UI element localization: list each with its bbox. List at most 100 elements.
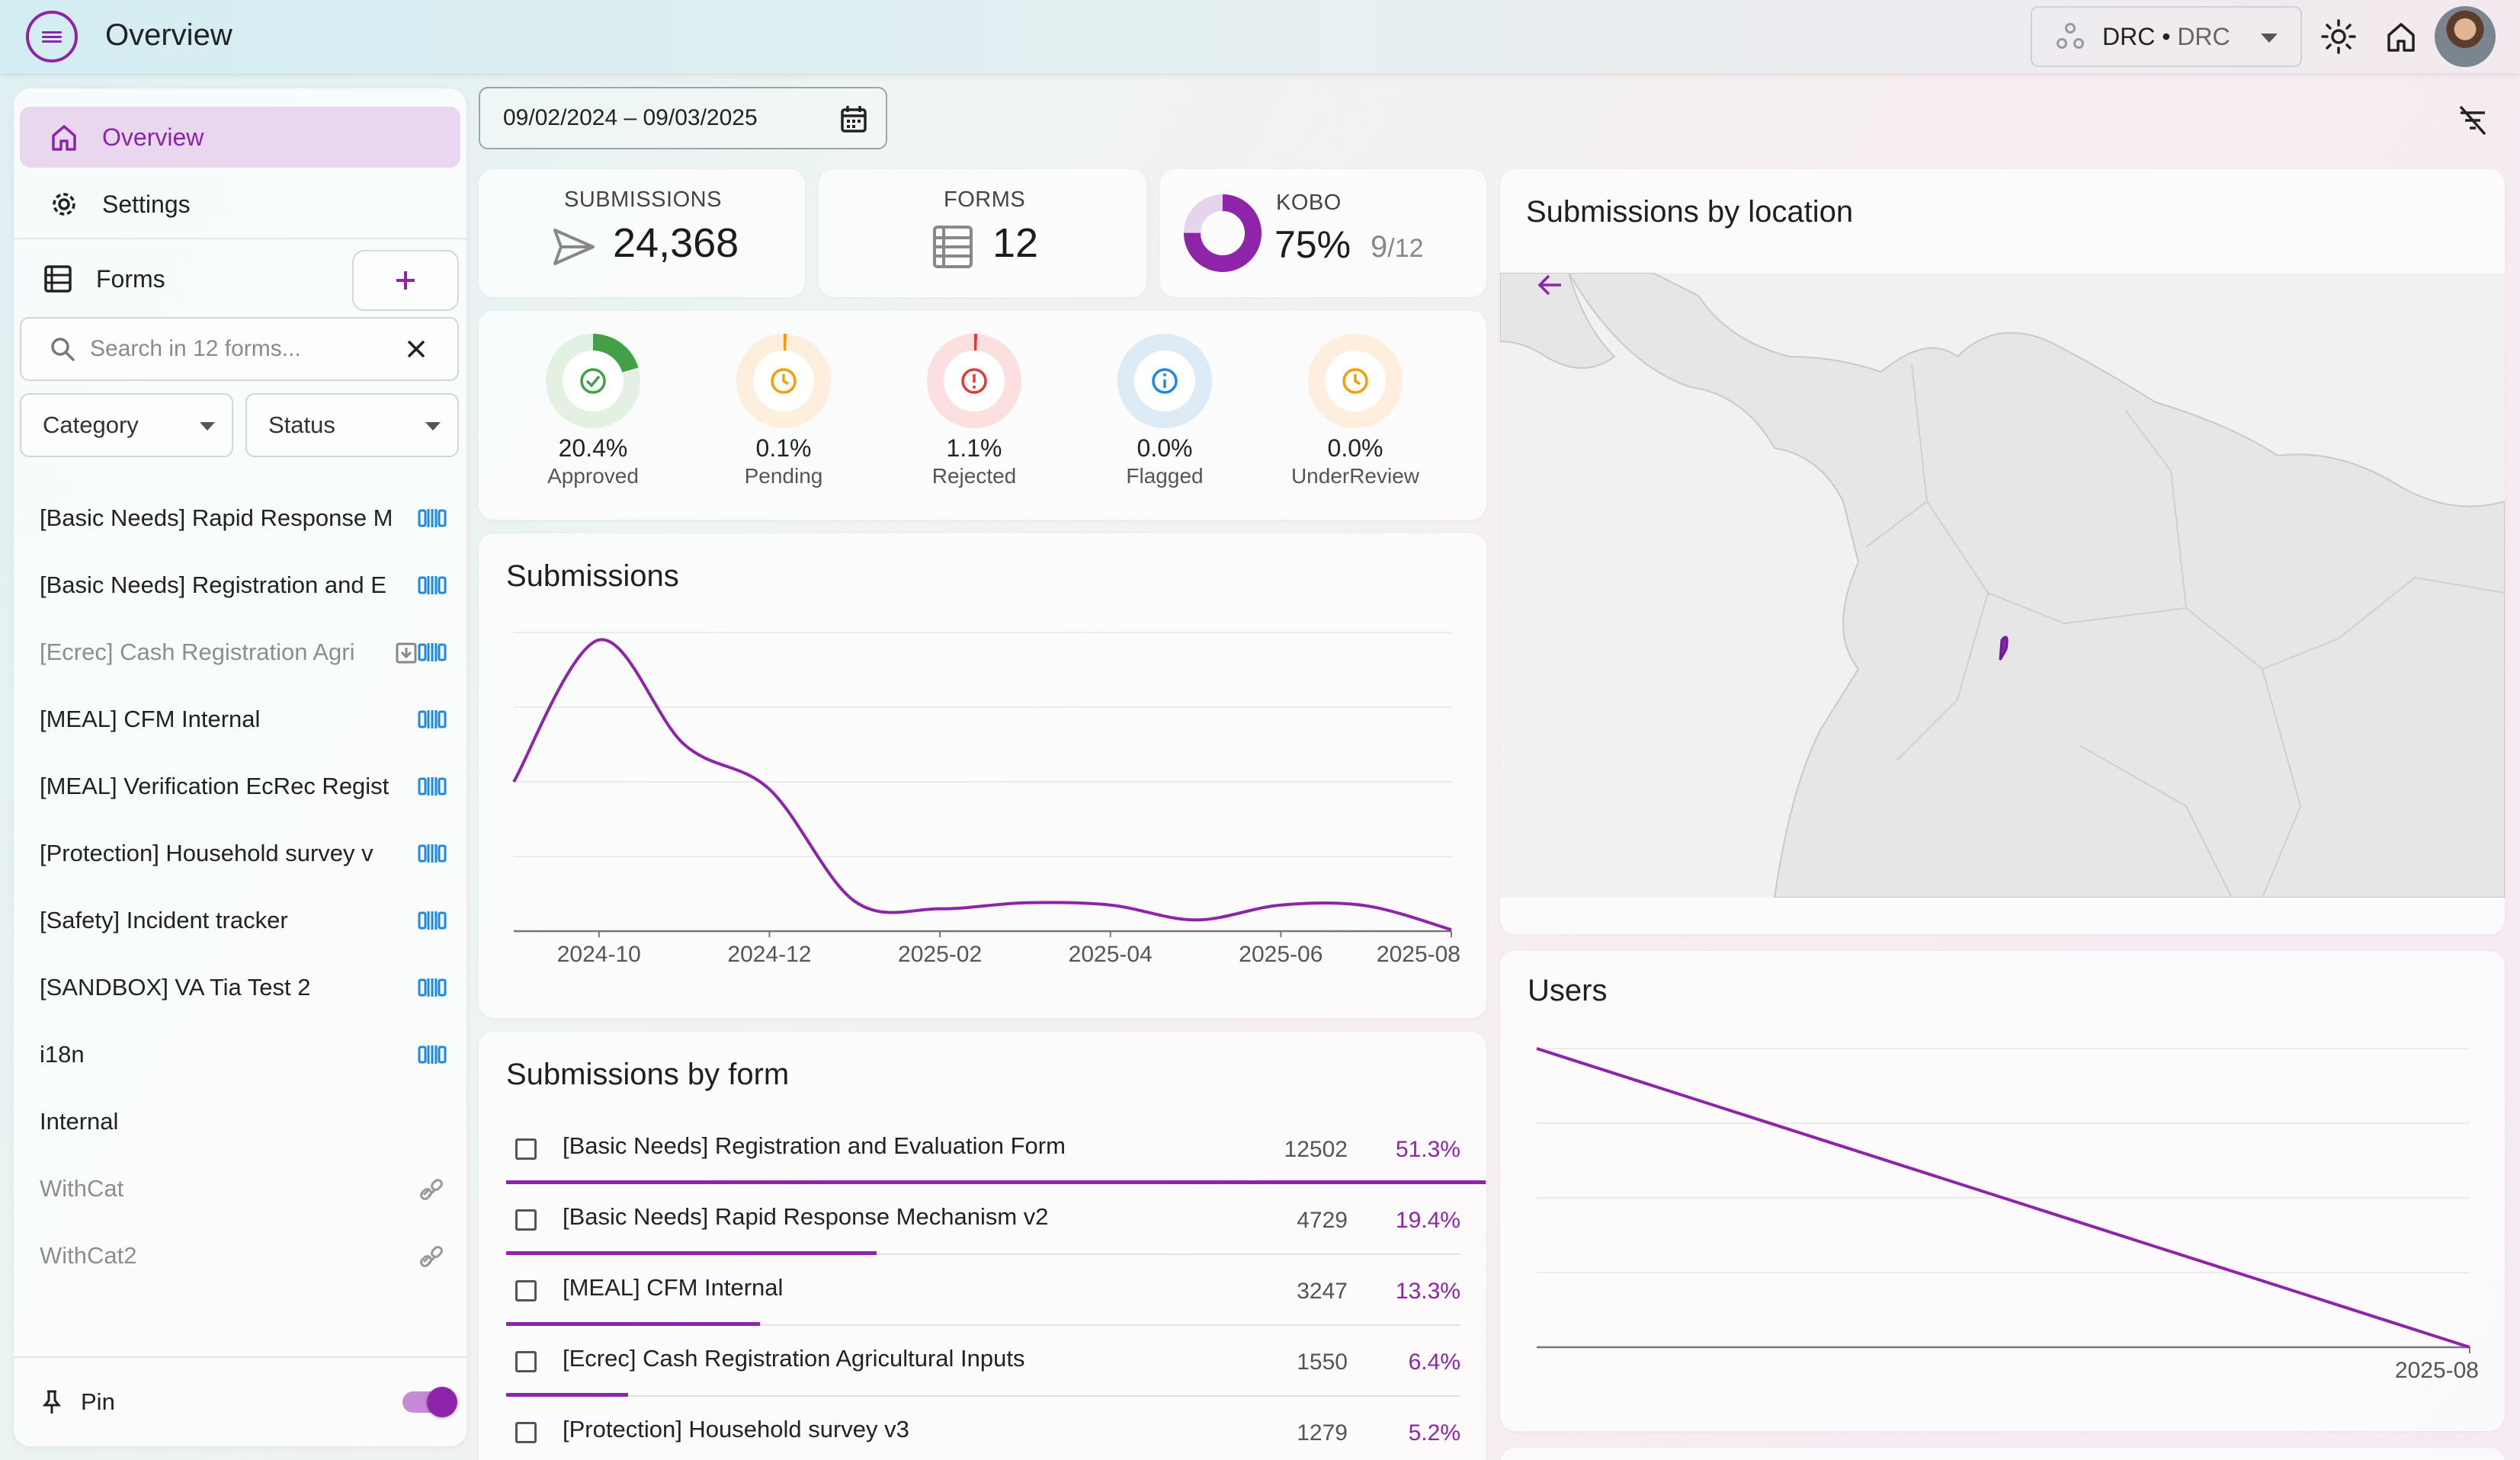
- sidebar-item-overview[interactable]: Overview: [20, 107, 460, 168]
- row-checkbox[interactable]: [515, 1422, 537, 1443]
- menu-button[interactable]: [26, 11, 78, 62]
- submissions-by-form-title: Submissions by form: [506, 1058, 790, 1091]
- status-percent: 0.0%: [1327, 434, 1383, 462]
- form-name: [MEAL] CFM Internal: [563, 1274, 784, 1301]
- kobo-sync-icon: [418, 911, 447, 930]
- pin-label: Pin: [81, 1388, 115, 1415]
- row-checkbox[interactable]: [515, 1138, 537, 1160]
- table-row: [Basic Needs] Rapid Response Mechanism v…: [506, 1185, 1460, 1255]
- form-name: [Basic Needs] Rapid Response Mechanism v…: [563, 1203, 1049, 1230]
- submissions-label: SUBMISSIONS: [564, 187, 722, 212]
- sidebar-form-label: Internal: [40, 1108, 119, 1135]
- kobo-sync-icon: [418, 844, 447, 863]
- submissions-value: 24,368: [613, 220, 739, 266]
- clear-filter-icon[interactable]: [2456, 104, 2490, 137]
- form-count: 3247: [1297, 1279, 1348, 1304]
- calendar-icon[interactable]: [838, 104, 869, 134]
- plus-icon: [396, 271, 415, 290]
- pin-icon: [42, 1390, 62, 1414]
- pin-toggle[interactable]: [402, 1387, 457, 1417]
- sidebar-form-item[interactable]: i18n: [40, 1032, 466, 1077]
- form-percent: 5.2%: [1408, 1420, 1460, 1446]
- chevron-down-icon: [425, 422, 441, 431]
- row-checkbox[interactable]: [515, 1209, 537, 1231]
- sidebar-form-item[interactable]: WithCat2: [40, 1233, 466, 1279]
- avatar[interactable]: [2435, 6, 2496, 67]
- row-checkbox[interactable]: [515, 1351, 537, 1372]
- sidebar-form-item[interactable]: [SANDBOX] VA Tia Test 2: [40, 965, 466, 1010]
- search-input[interactable]: [90, 336, 395, 362]
- kobo-stat-card: KOBO 75% 9/12: [1160, 169, 1486, 297]
- close-icon[interactable]: [406, 338, 427, 360]
- form-name: [Ecrec] Cash Registration Agricultural I…: [563, 1345, 1025, 1372]
- sidebar-form-label: [Protection] Household survey v: [40, 840, 374, 866]
- sidebar-item-label: Overview: [102, 123, 204, 151]
- category-select[interactable]: Category: [20, 393, 233, 457]
- kobo-label: KOBO: [1276, 191, 1342, 215]
- map-card: Submissions by location: [1500, 169, 2505, 934]
- sidebar-form-item[interactable]: [Protection] Household survey v: [40, 831, 466, 876]
- clock-icon: [771, 368, 797, 394]
- date-range-field[interactable]: 09/02/2024 – 09/03/2025: [479, 87, 887, 149]
- organization-select[interactable]: DRC • DRC: [2031, 6, 2302, 67]
- sidebar-item-settings[interactable]: Settings: [20, 174, 460, 235]
- status-card: 20.4% Approved 0.1% Pending 1.1% Rejected 0.0%…: [479, 311, 1486, 520]
- row-checkbox[interactable]: [515, 1280, 537, 1302]
- sidebar-form-label: [SANDBOX] VA Tia Test 2: [40, 974, 311, 1001]
- form-search: [20, 317, 459, 381]
- status-percent: 20.4%: [558, 434, 628, 462]
- status-pending[interactable]: 0.1% Pending: [692, 334, 875, 488]
- add-form-button[interactable]: [352, 250, 459, 311]
- forms-stat-value: 12: [992, 220, 1039, 266]
- x-tick-label: 2025-04: [1069, 942, 1153, 967]
- list-icon: [44, 265, 72, 293]
- form-share-bar: [506, 1251, 877, 1255]
- sidebar-item-label: Settings: [102, 190, 191, 218]
- sidebar-form-item[interactable]: [MEAL] Verification EcRec Regist: [40, 764, 466, 809]
- chevron-down-icon: [2261, 34, 2278, 43]
- divider: [14, 238, 466, 239]
- clock-icon: [1342, 368, 1368, 394]
- sidebar-form-item[interactable]: [Safety] Incident tracker: [40, 898, 466, 943]
- top-app-bar: Overview DRC • DRC: [0, 0, 2520, 73]
- sun-icon[interactable]: [2320, 18, 2357, 55]
- sidebar-form-item[interactable]: WithCat: [40, 1166, 466, 1212]
- location-map[interactable]: [1500, 273, 2505, 898]
- status-ring: [927, 334, 1021, 428]
- submissions-line-chart: 2024-10 2024-12 2025-02 2025-04 2025-06 2025-…: [512, 632, 1460, 967]
- table-row: [Ecrec] Cash Registration Agricultural I…: [506, 1327, 1460, 1397]
- home-icon[interactable]: [2383, 18, 2419, 55]
- next-card: [1500, 1448, 2505, 1460]
- kobo-value: 75%: [1274, 223, 1351, 266]
- form-percent: 51.3%: [1395, 1137, 1460, 1162]
- status-ring: [1308, 334, 1403, 428]
- users-line-chart: 2025-08: [1536, 1047, 2479, 1383]
- link-off-icon: [420, 1179, 443, 1200]
- sidebar-form-item[interactable]: [Basic Needs] Registration and E: [40, 562, 466, 608]
- status-rejected[interactable]: 1.1% Rejected: [883, 334, 1066, 488]
- kobo-sync-icon: [418, 777, 447, 796]
- form-share-bar: [506, 1393, 629, 1397]
- sidebar-form-item[interactable]: Internal: [40, 1099, 466, 1145]
- form-count: 1279: [1297, 1420, 1348, 1446]
- status-name: Flagged: [1126, 464, 1204, 488]
- status-select[interactable]: Status: [245, 393, 459, 457]
- sidebar-form-item[interactable]: [MEAL] CFM Internal: [40, 696, 466, 742]
- sidebar-form-item[interactable]: [Ecrec] Cash Registration Agri: [40, 629, 466, 675]
- check-circle-icon: [580, 368, 606, 394]
- status-ring: [546, 334, 640, 428]
- sidebar: Overview Settings Forms Search in 12 for…: [14, 88, 466, 1446]
- sidebar-form-item[interactable]: [Basic Needs] Rapid Response M: [40, 495, 466, 541]
- table-row: [Basic Needs] Registration and Evaluatio…: [506, 1114, 1486, 1184]
- status-underreview[interactable]: 0.0% UnderReview: [1264, 334, 1447, 488]
- sidebar-form-label: [MEAL] Verification EcRec Regist: [40, 773, 390, 799]
- status-name: Pending: [744, 464, 823, 488]
- organization-value: DRC • DRC: [2102, 22, 2230, 50]
- arrow-left-icon[interactable]: [1537, 271, 1564, 299]
- map-title: Submissions by location: [1526, 195, 1854, 229]
- sidebar-form-label: WithCat: [40, 1175, 124, 1202]
- forms-stat-card: FORMS 12: [819, 169, 1146, 297]
- status-flagged[interactable]: 0.0% Flagged: [1073, 334, 1256, 488]
- x-tick-label: 2025-06: [1239, 942, 1323, 967]
- status-approved[interactable]: 20.4% Approved: [502, 334, 685, 488]
